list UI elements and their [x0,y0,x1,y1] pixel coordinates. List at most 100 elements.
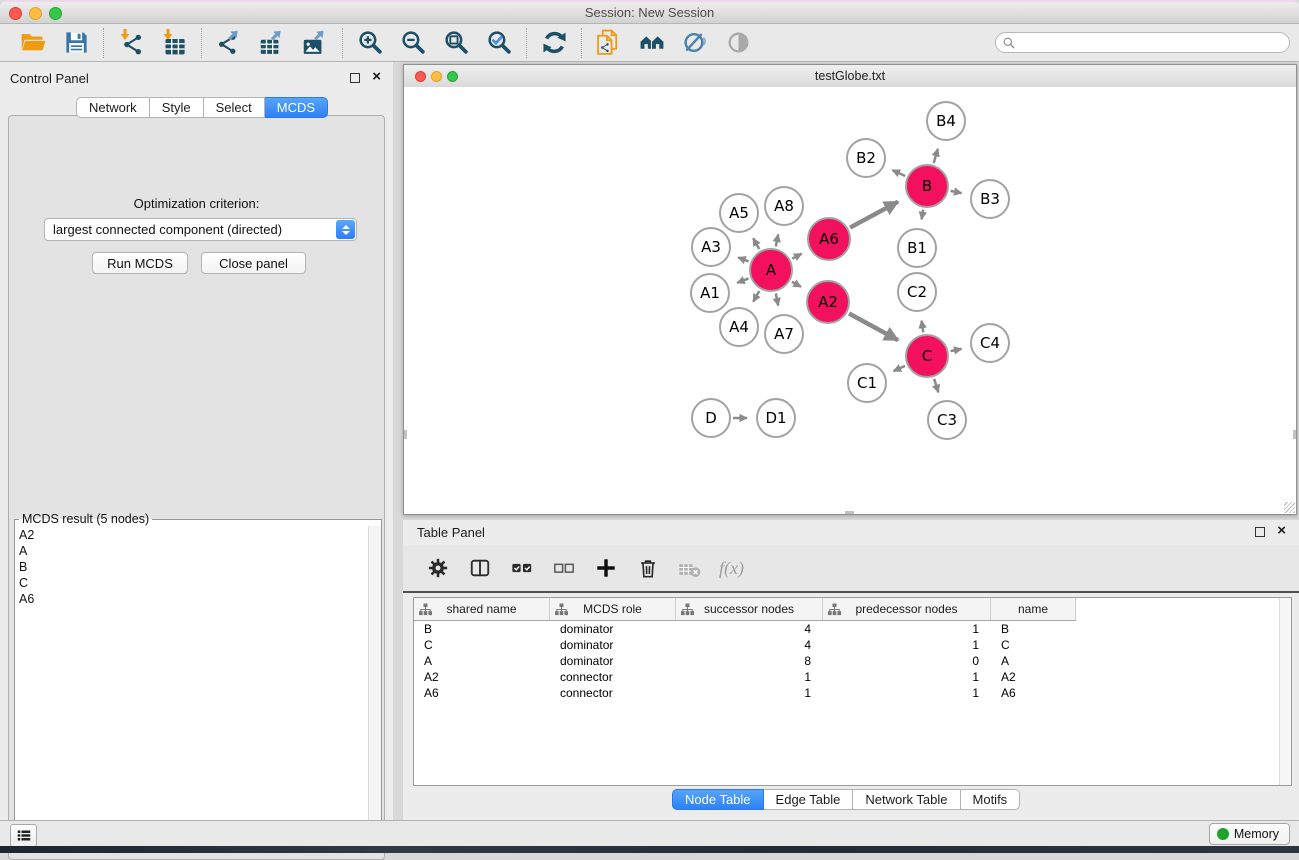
close-panel-icon[interactable]: × [372,72,381,82]
graph-node-A8[interactable]: A8 [765,187,803,225]
show-hide-eye-icon[interactable] [721,28,755,58]
hide-all-columns-icon[interactable] [551,555,577,581]
graph-node-A3[interactable]: A3 [692,228,730,266]
graph-edge-B-B1[interactable] [922,210,924,220]
graph-edge-B-B4[interactable] [934,149,938,163]
export-table-icon[interactable] [255,28,289,58]
tab-style[interactable]: Style [150,97,204,118]
search-input[interactable] [1015,34,1289,51]
table-row[interactable]: Adominator80A [414,653,1076,669]
column-header-shared-name[interactable]: shared name [414,598,550,620]
column-header-MCDS-role[interactable]: MCDS role [550,598,676,620]
show-panels-list-button[interactable] [10,824,37,847]
table-settings-icon[interactable] [425,555,451,581]
hide-graphics-details-icon[interactable] [678,28,712,58]
graph-node-B3[interactable]: B3 [971,180,1009,218]
mcds-result-item[interactable]: A2 [19,527,369,543]
graph-node-C4[interactable]: C4 [971,324,1009,362]
refresh-view-icon[interactable] [537,28,571,58]
graph-edge-B-B3[interactable] [951,191,962,193]
zoom-in-icon[interactable] [353,28,387,58]
export-network-icon[interactable] [212,28,246,58]
open-session-icon[interactable] [16,28,50,58]
graph-node-A6[interactable]: A6 [808,218,850,260]
graph-node-B[interactable]: B [906,165,948,207]
mcds-result-item[interactable]: A [19,543,369,559]
result-list-scrollbar[interactable] [368,526,381,846]
column-header-name[interactable]: name [991,598,1076,620]
right-resize-grip[interactable] [1293,430,1296,439]
graph-node-A1[interactable]: A1 [691,274,729,312]
split-table-icon[interactable] [467,555,493,581]
table-close-panel-icon[interactable]: × [1277,526,1286,536]
zoom-out-icon[interactable] [396,28,430,58]
memory-button[interactable]: Memory [1209,823,1290,845]
tab-node-table[interactable]: Node Table [672,789,764,810]
new-network-from-selection-icon[interactable] [592,28,626,58]
graph-edge-A-A6[interactable] [792,254,801,259]
graph-edge-A-A8[interactable] [776,234,778,246]
graph-edge-C-C4[interactable] [951,349,962,351]
graph-node-A7[interactable]: A7 [765,315,803,353]
delete-rows-icon[interactable] [635,555,661,581]
table-row[interactable]: A2connector11A2 [414,669,1076,685]
graph-node-A5[interactable]: A5 [720,194,758,232]
graph-node-B2[interactable]: B2 [847,139,885,177]
graph-edge-A-A5[interactable] [753,238,759,249]
column-header-predecessor-nodes[interactable]: predecessor nodes [823,598,991,620]
zoom-fit-icon[interactable] [439,28,473,58]
graph-node-C2[interactable]: C2 [898,273,936,311]
column-header-successor-nodes[interactable]: successor nodes [676,598,823,620]
tab-edge-table[interactable]: Edge Table [764,789,854,810]
graph-edge-C-C2[interactable] [921,321,923,333]
save-session-icon[interactable] [59,28,93,58]
graph-node-A4[interactable]: A4 [720,308,758,346]
graph-edge-A-A3[interactable] [738,257,749,261]
export-image-icon[interactable] [298,28,332,58]
search-field[interactable] [995,32,1290,53]
graph-node-C[interactable]: C [906,335,948,377]
graph-edge-A6-B[interactable] [850,202,898,228]
graph-edge-A-A2[interactable] [792,282,801,287]
graph-node-D1[interactable]: D1 [757,399,795,437]
graph-node-A2[interactable]: A2 [807,281,849,323]
mcds-result-item[interactable]: A6 [19,591,369,607]
table-row[interactable]: Cdominator41C [414,637,1076,653]
graph-edge-B-B2[interactable] [892,170,905,176]
graph-node-C1[interactable]: C1 [848,364,886,402]
import-table-icon[interactable] [157,28,191,58]
graph-edge-C-C1[interactable] [893,366,905,371]
graph-node-B4[interactable]: B4 [927,102,965,140]
add-row-icon[interactable] [593,555,619,581]
tab-motifs[interactable]: Motifs [961,789,1021,810]
mcds-result-item[interactable]: B [19,559,369,575]
run-mcds-button[interactable]: Run MCDS [92,252,188,274]
table-float-panel-icon[interactable] [1255,527,1265,537]
table-row[interactable]: Bdominator41B [414,621,1076,637]
tab-network[interactable]: Network [76,97,150,118]
graph-node-B1[interactable]: B1 [898,229,936,267]
tab-network-table[interactable]: Network Table [853,789,960,810]
graph-edge-A-A1[interactable] [737,278,748,282]
graph-edge-C-C3[interactable] [934,379,938,392]
import-network-icon[interactable] [114,28,148,58]
tab-select[interactable]: Select [204,97,265,118]
graph-node-A[interactable]: A [750,249,792,291]
float-panel-icon[interactable] [350,73,360,83]
bottom-resize-grip[interactable] [845,511,854,514]
graph-edge-A2-C[interactable] [849,313,898,340]
left-resize-grip[interactable] [404,430,407,439]
table-scrollbar[interactable] [1279,598,1291,785]
mcds-result-item[interactable]: C [19,575,369,591]
graph-edge-A-A7[interactable] [776,294,778,306]
corner-resize-handle[interactable] [1284,502,1295,513]
table-row[interactable]: A6connector11A6 [414,685,1076,701]
first-neighbors-icon[interactable] [635,28,669,58]
zoom-selected-icon[interactable] [482,28,516,58]
show-all-columns-icon[interactable] [509,555,535,581]
optimization-criterion-dropdown[interactable]: largest connected component (directed) [44,218,357,241]
graph-node-D[interactable]: D [692,399,730,437]
tab-mcds[interactable]: MCDS [265,97,328,118]
graph-edge-A-A4[interactable] [753,291,759,302]
graph-node-C3[interactable]: C3 [928,401,966,439]
